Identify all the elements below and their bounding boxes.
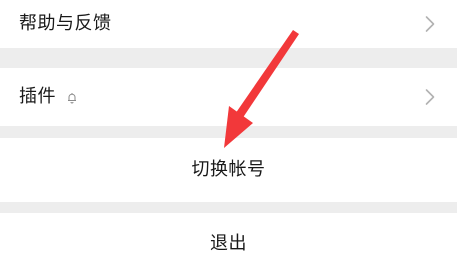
chevron-right-icon [425, 16, 435, 32]
logout-button[interactable]: 退出 [0, 213, 457, 275]
menu-item-plugins-label: 插件 [19, 86, 56, 107]
menu-item-help-feedback[interactable]: 帮助与反馈 [0, 0, 457, 48]
logout-label: 退出 [210, 233, 247, 254]
menu-item-plugins[interactable]: 插件 [0, 68, 457, 126]
switch-account-button[interactable]: 切换帐号 [0, 138, 457, 202]
plugin-bell-icon [68, 93, 76, 104]
settings-screen: 帮助与反馈 插件 切换帐号 退出 [0, 0, 457, 275]
switch-account-label: 切换帐号 [191, 159, 266, 180]
chevron-right-icon [425, 89, 435, 105]
menu-item-help-feedback-label: 帮助与反馈 [19, 13, 112, 34]
